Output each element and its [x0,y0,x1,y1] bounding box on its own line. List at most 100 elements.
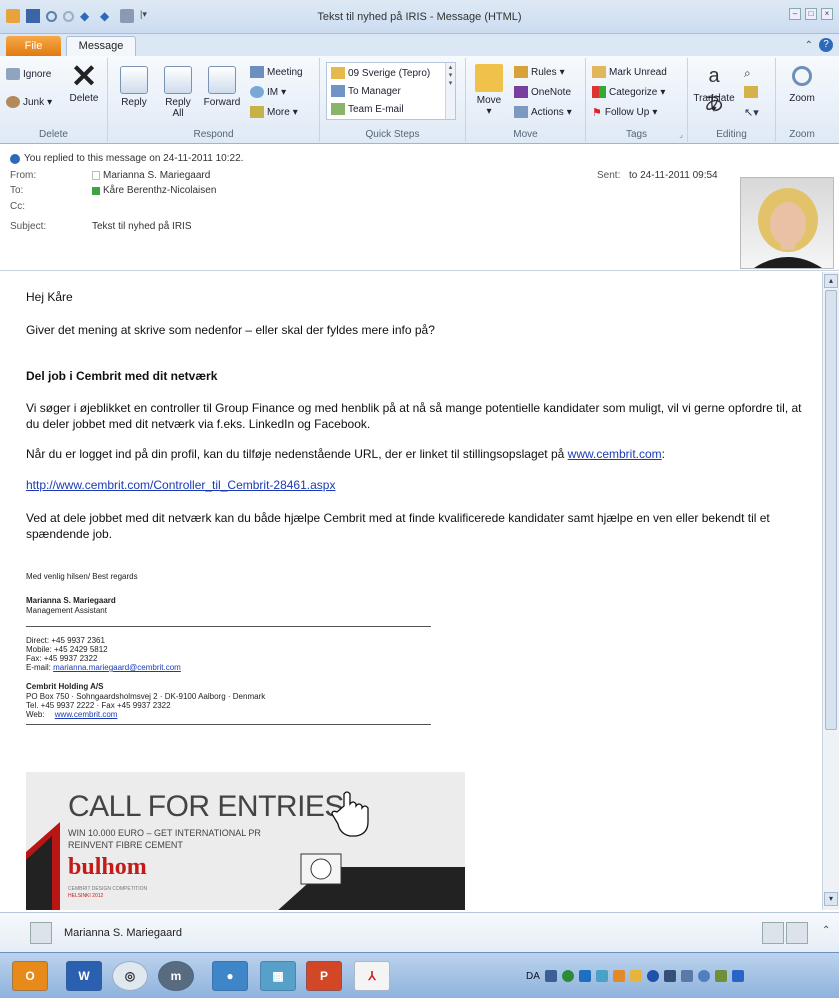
to-value[interactable]: Kåre Berenthz-Nicolaisen [92,185,216,196]
reply-all-button[interactable]: Reply All [160,66,196,119]
tray-volume-icon[interactable] [697,970,710,982]
tab-message[interactable]: Message [66,36,136,57]
tray-folder-icon[interactable] [629,970,642,982]
signature-divider [26,626,431,627]
scroll-up-button[interactable]: ▴ [824,274,838,288]
minimize-ribbon-icon[interactable]: ⌃ [805,40,813,51]
im-button[interactable]: IM ▾ [250,86,286,98]
magnifier-icon [792,66,812,86]
window-controls: – □ × [789,8,833,20]
tray-monitor-icon[interactable] [663,970,676,982]
follow-up-button[interactable]: ⚑ Follow Up ▾ [592,106,657,119]
chevron-down-icon: ▾ [559,66,565,78]
outlook-taskbar-icon[interactable]: O [12,961,48,991]
flag-icon: ⚑ [592,107,602,119]
zoom-button[interactable]: Zoom [782,62,822,104]
editing-group-label: Editing [716,129,747,140]
scroll-down-button[interactable]: ▾ [824,892,838,906]
maximize-icon[interactable]: □ [805,8,817,20]
paragraph-2: Når du er logget ind på din profil, kan … [26,447,666,461]
tray-sync-icon[interactable] [595,970,608,982]
junk-button[interactable]: Junk ▾ [6,96,52,108]
move-button[interactable]: Move ▾ [472,64,506,117]
quick-step-item[interactable]: Team E-mail [331,103,404,115]
mark-unread-button[interactable]: Mark Unread [592,66,667,78]
related-icon[interactable] [744,86,758,98]
rules-button[interactable]: Rules ▾ [514,66,565,78]
more-button[interactable]: More ▾ [250,106,298,118]
messenger-taskbar-icon[interactable]: ● [212,961,248,991]
from-label: From: [10,170,37,181]
explorer-taskbar-icon[interactable]: ▦ [260,961,296,991]
windows-taskbar: O W ◎ m ● ▦ P ⅄ DA [0,952,839,998]
pdf-taskbar-icon[interactable]: ⅄ [354,961,390,991]
delete-group: Ignore Junk ▾ ✕ Delete Delete [0,58,108,142]
help-icon[interactable]: ? [819,38,833,52]
powerpoint-taskbar-icon[interactable]: P [306,961,342,991]
tray-security-icon[interactable] [561,970,574,982]
chevron-down-icon: ▾ [292,106,298,118]
categorize-button[interactable]: Categorize ▾ [592,86,665,98]
quick-step-item[interactable]: To Manager [331,85,401,97]
job-url-link[interactable]: http://www.cembrit.com/Controller_til_Ce… [26,478,335,492]
minimize-icon[interactable]: – [789,8,801,20]
close-icon[interactable]: × [821,8,833,20]
subject-value: Tekst til nyhed på IRIS [92,221,192,232]
tab-file[interactable]: File [6,36,61,56]
tray-shield-icon[interactable] [731,970,744,982]
reply-button[interactable]: Reply [116,66,152,108]
window-title: Tekst til nyhed på IRIS - Message (HTML) [317,11,522,23]
info-icon [10,153,20,164]
quick-step-item[interactable]: 09 Sverige (Tepro) [331,67,430,79]
word-taskbar-icon[interactable]: W [66,961,102,991]
tray-network-icon[interactable] [544,970,557,982]
to-label: To: [10,185,24,196]
meeting-button[interactable]: Meeting [250,66,303,78]
dialog-launcher-icon[interactable]: ⌟ [679,130,683,139]
select-icon[interactable]: ↖▾ [744,106,759,119]
tray-power-icon[interactable] [714,970,727,982]
forward-manager-icon [331,85,345,97]
tray-bluetooth-icon[interactable] [646,970,659,982]
title-bar: ◆ ◆ |▾ Tekst til nyhed på IRIS - Message… [0,0,839,34]
tray-window-icon[interactable] [680,970,693,982]
onenote-button[interactable]: OneNote [514,86,571,98]
ignore-icon [6,68,20,80]
tray-update-icon[interactable] [578,970,591,982]
move-group: Move ▾ Rules ▾ OneNote Actions ▾ Move [466,58,586,142]
scroll-thumb[interactable] [825,290,837,730]
language-indicator[interactable]: DA [526,971,540,982]
delete-group-label: Delete [39,129,68,140]
greeting: Hej Kåre [26,290,73,304]
translate-button[interactable]: aあ Translate ▾ [690,62,738,115]
body-scrollbar[interactable]: ▴ ▾ [822,272,839,910]
contact-avatar[interactable] [30,922,52,944]
from-value[interactable]: Marianna S. Mariegaard [92,170,210,181]
actions-button[interactable]: Actions ▾ [514,106,572,118]
quick-steps-group-label: Quick Steps [365,129,420,140]
tags-group: Mark Unread Categorize ▾ ⚑ Follow Up ▾ Tag… [586,58,688,142]
browser-taskbar-icon[interactable]: ◎ [112,961,148,991]
web-link[interactable]: www.cembrit.com [55,710,118,719]
im-icon [250,86,264,98]
translate-icon: aあ [704,65,724,115]
find-icon[interactable]: ⌕ [744,66,751,81]
forward-button[interactable]: Forward [202,66,242,108]
rules-icon [514,66,528,78]
people-pane: Marianna S. Mariegaard ⌃ [0,912,839,952]
people-pane-name[interactable]: Marianna S. Mariegaard [64,927,182,939]
quick-steps-gallery: 09 Sverige (Tepro) To Manager Team E-mai… [326,62,456,120]
people-avatar-1[interactable] [762,922,784,944]
editing-group: aあ Translate ▾ ⌕ ↖▾ Editing [688,58,776,142]
quick-steps-scroll[interactable]: ▴ ▾ ▾ [445,63,455,119]
people-avatar-2[interactable] [786,922,808,944]
cembrit-link[interactable]: www.cembrit.com [568,447,662,461]
call-for-entries-banner[interactable]: CALL FOR ENTRIES! WIN 10.000 EURO – GET … [26,772,465,910]
expand-people-pane-icon[interactable]: ⌃ [822,925,830,936]
app-taskbar-icon[interactable]: m [158,961,194,991]
ignore-button[interactable]: Ignore [6,68,51,80]
tray-alert-icon[interactable] [612,970,625,982]
categorize-icon [592,86,606,98]
email-link[interactable]: marianna.mariegaard@cembrit.com [53,663,181,672]
delete-button[interactable]: ✕ Delete [66,60,102,104]
